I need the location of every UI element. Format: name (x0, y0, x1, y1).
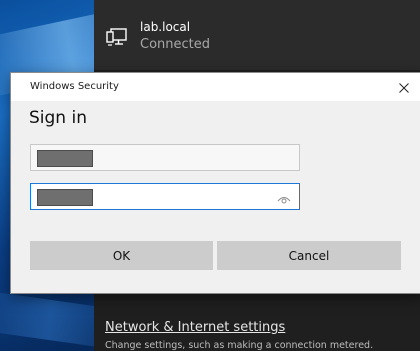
network-settings-description: Change settings, such as making a connec… (105, 340, 374, 351)
eye-icon[interactable] (277, 191, 291, 204)
close-button[interactable] (387, 73, 420, 101)
wallpaper-light-beam (0, 287, 94, 351)
network-entry[interactable] (94, 0, 420, 70)
network-status: Connected (140, 37, 211, 52)
network-settings-link[interactable]: Network & Internet settings (105, 320, 285, 335)
password-field[interactable] (30, 183, 300, 210)
dialog-titlebar: Windows Security (11, 73, 420, 101)
cancel-button[interactable]: Cancel (217, 241, 401, 270)
windows-security-dialog: Windows Security Sign in OK Cancel (10, 72, 420, 294)
sign-in-heading: Sign in (29, 108, 87, 128)
network-computer-icon (106, 28, 128, 48)
redacted-username (37, 150, 93, 167)
close-icon (399, 78, 409, 97)
ok-button[interactable]: OK (30, 241, 213, 270)
redacted-password (37, 189, 93, 206)
network-name: lab.local (140, 20, 191, 34)
dialog-title: Windows Security (30, 81, 119, 92)
username-field[interactable] (30, 144, 300, 171)
